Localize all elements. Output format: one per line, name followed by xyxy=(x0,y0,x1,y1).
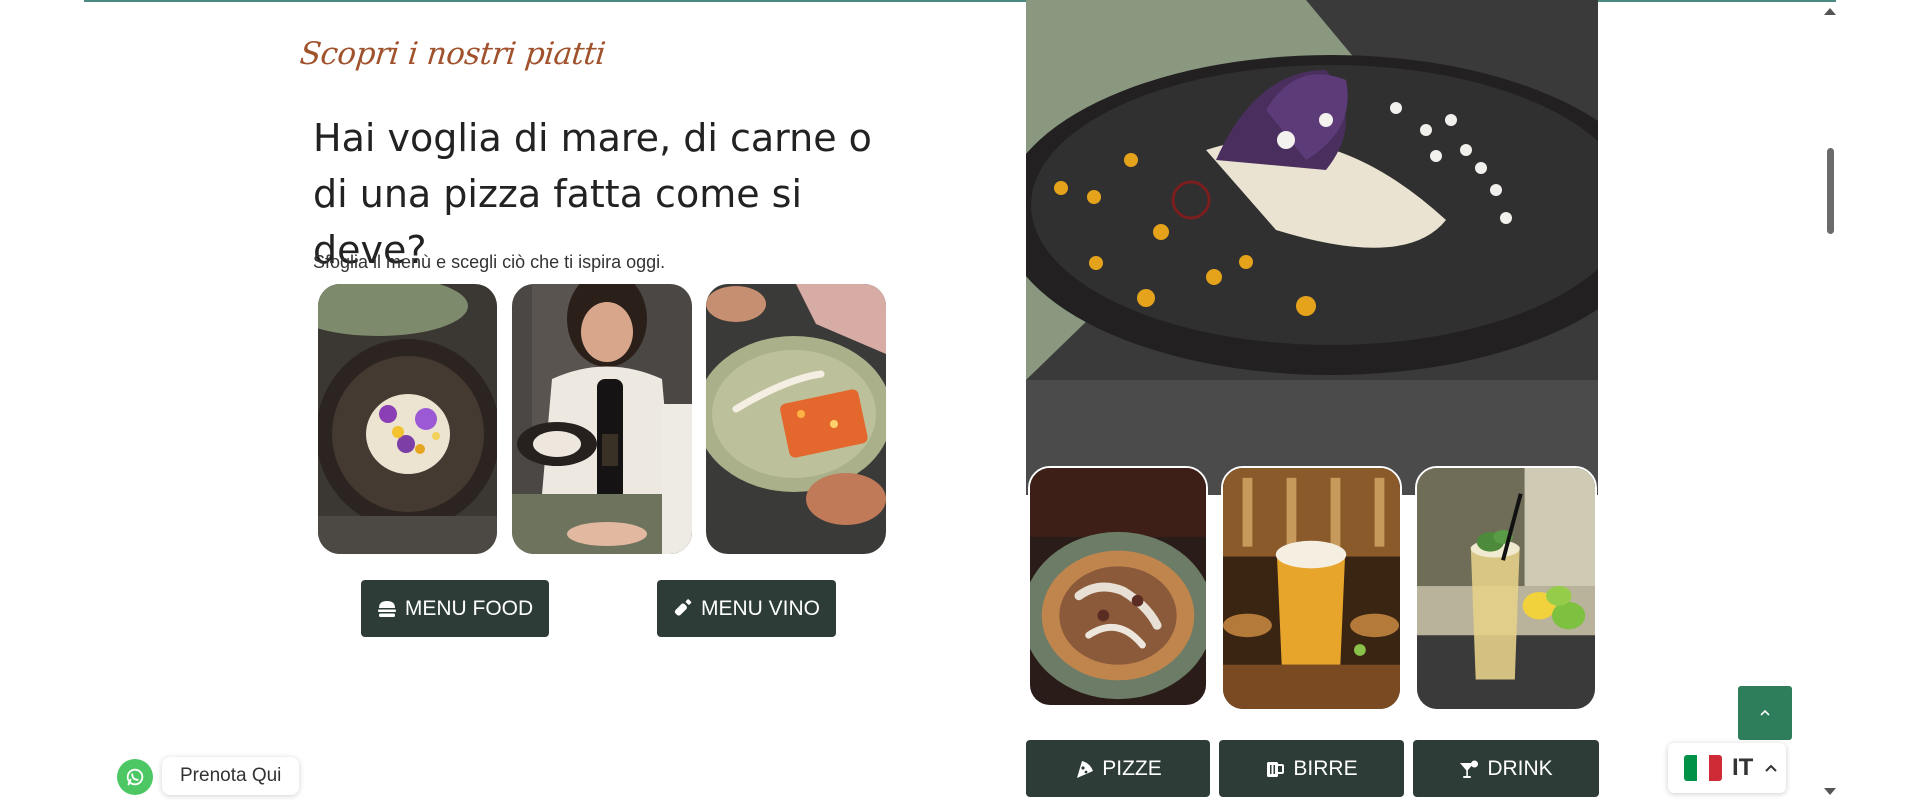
category-birre-button[interactable]: BIRRE xyxy=(1219,740,1404,797)
page-scrollbar[interactable] xyxy=(1820,0,1840,800)
wine-bottle-icon xyxy=(673,598,693,619)
language-selector[interactable]: IT xyxy=(1668,743,1786,793)
category-birre-label: BIRRE xyxy=(1293,756,1358,780)
menu-vino-button[interactable]: MENU VINO xyxy=(657,580,836,637)
category-pizze-button[interactable]: PIZZE xyxy=(1026,740,1210,797)
cocktail-photo xyxy=(1415,466,1597,711)
beer-photo xyxy=(1221,466,1402,711)
section-script-title: Scopri i nostri piatti xyxy=(298,36,608,72)
page: Scopri i nostri piatti Hai voglia di mar… xyxy=(0,0,1920,800)
served-plate-photo xyxy=(706,284,886,554)
pizza-photo xyxy=(1028,466,1208,707)
menu-food-button[interactable]: MENU FOOD xyxy=(361,580,549,637)
back-to-top-button[interactable] xyxy=(1738,686,1792,740)
plated-dish-photo xyxy=(318,284,497,554)
pizza-slice-icon xyxy=(1074,759,1094,779)
menu-food-label: MENU FOOD xyxy=(404,596,534,620)
italy-flag-icon xyxy=(1684,755,1722,781)
section-subtext: Sfoglia il menù e scegli ciò che ti ispi… xyxy=(313,252,666,272)
burger-icon xyxy=(377,599,397,619)
category-pizze-label: PIZZE xyxy=(1102,756,1162,780)
cocktail-icon xyxy=(1459,759,1479,779)
category-drink-label: DRINK xyxy=(1487,756,1553,780)
whatsapp-booking-button[interactable]: Prenota Qui xyxy=(162,757,300,795)
whatsapp-icon[interactable] xyxy=(117,759,153,795)
beer-mug-icon xyxy=(1265,759,1285,779)
gourmet-dish-photo xyxy=(1026,0,1598,495)
menu-vino-label: MENU VINO xyxy=(700,596,820,620)
language-code: IT xyxy=(1732,754,1754,781)
scroll-thumb[interactable] xyxy=(1827,148,1834,234)
scroll-up-arrow-icon[interactable] xyxy=(1824,8,1836,15)
woman-with-wine-bottle-photo xyxy=(512,284,692,554)
chevron-up-icon xyxy=(1757,705,1773,721)
scroll-down-arrow-icon[interactable] xyxy=(1824,788,1836,795)
category-drink-button[interactable]: DRINK xyxy=(1413,740,1599,797)
chevron-up-icon xyxy=(1763,760,1779,776)
